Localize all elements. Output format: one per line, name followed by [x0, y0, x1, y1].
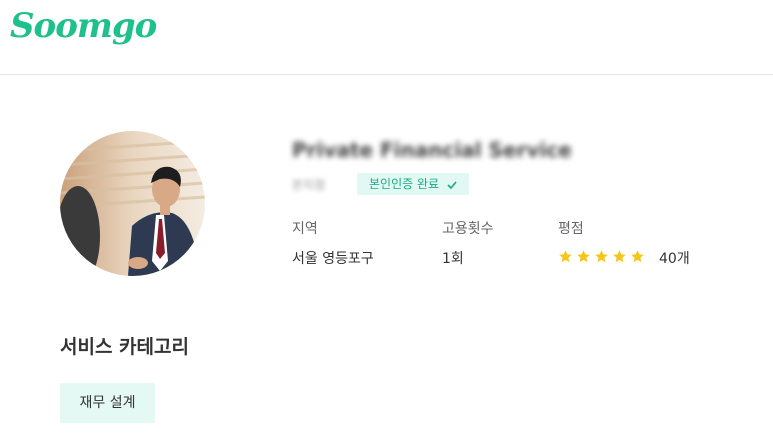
avatar-photo	[60, 131, 205, 276]
profile-avatar	[60, 131, 205, 276]
verified-badge: 본인인증 완료	[357, 173, 469, 195]
hires-value: 1회	[442, 251, 464, 267]
service-category-title: 서비스 카테고리	[60, 336, 189, 358]
hires-label: 고용횟수	[442, 221, 494, 237]
star-icon	[631, 250, 644, 263]
rating-label: 평점	[558, 221, 584, 237]
pro-subtitle: 본지점	[292, 178, 326, 192]
top-header: Soomgo	[0, 0, 773, 75]
star-icon	[577, 250, 590, 263]
category-chip-financial-planning[interactable]: 재무 설계	[60, 383, 155, 423]
star-icon	[595, 250, 608, 263]
star-icon	[613, 250, 626, 263]
review-count[interactable]: 40개	[659, 248, 690, 268]
region-value: 서울 영등포구	[292, 251, 374, 267]
check-icon	[447, 180, 457, 189]
rating-stars	[558, 249, 645, 264]
soomgo-logo[interactable]: Soomgo	[10, 6, 157, 46]
pro-name: Private Financial Service	[292, 138, 572, 162]
region-label: 지역	[292, 221, 318, 237]
verified-badge-label: 본인인증 완료	[369, 177, 440, 191]
star-icon	[559, 250, 572, 263]
